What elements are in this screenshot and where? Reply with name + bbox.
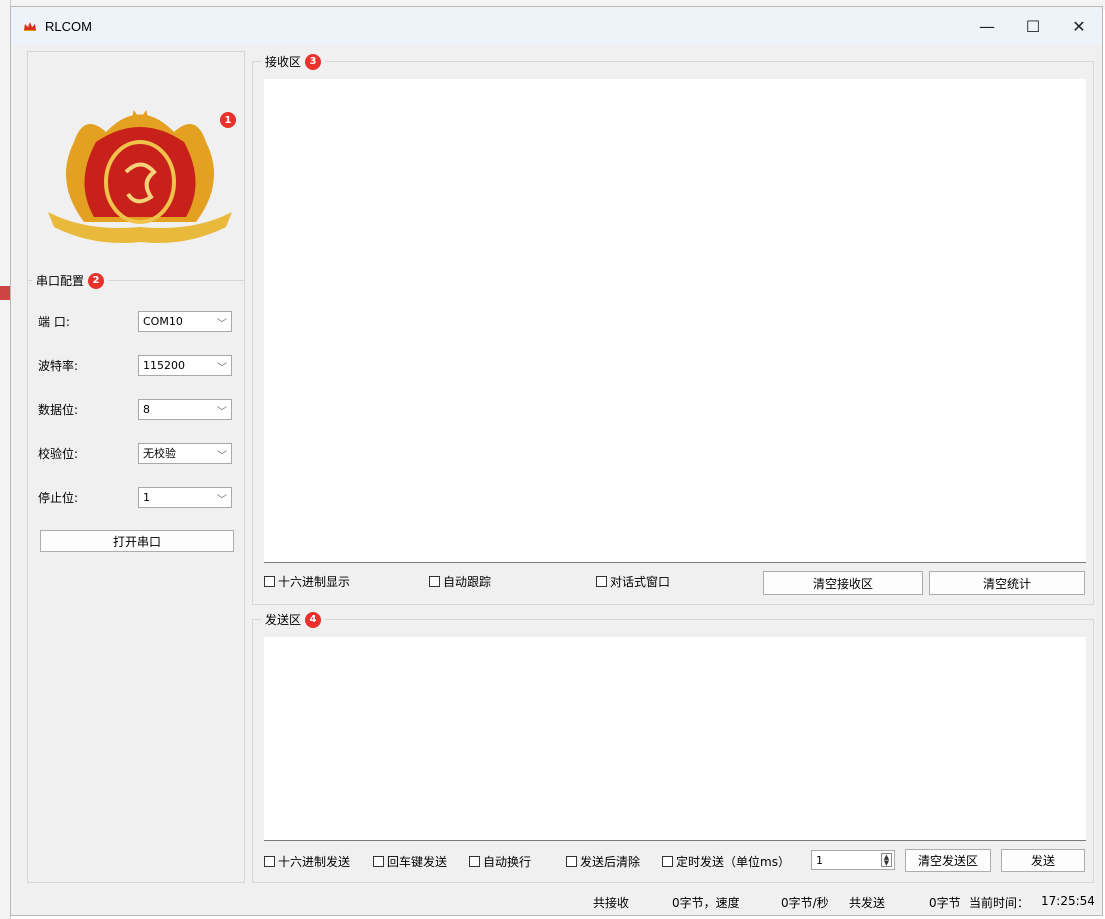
sent-label: 共发送 — [849, 896, 886, 910]
chevron-down-icon: ﹀ — [217, 318, 227, 330]
checkbox-icon — [662, 856, 673, 867]
port-value: COM10 — [143, 314, 183, 328]
background-mark — [0, 286, 10, 300]
port-select[interactable]: COM10 ﹀ — [138, 310, 232, 332]
interval-value: 1 — [816, 853, 823, 867]
checkbox-icon — [469, 856, 480, 867]
chevron-down-icon: ﹀ — [217, 450, 227, 462]
clear-after-send-label: 发送后清除 — [580, 855, 641, 869]
window-title: RLCOM — [45, 18, 92, 34]
maximize-button[interactable]: ☐ — [1010, 7, 1056, 45]
send-badge: 4 — [305, 611, 322, 628]
data-bits-label: 数据位: — [38, 402, 79, 417]
hex-display-label: 十六进制显示 — [278, 575, 351, 589]
data-bits-value: 8 — [143, 402, 150, 416]
send-button[interactable]: 发送 — [1001, 849, 1085, 872]
receive-badge: 3 — [305, 53, 322, 70]
parity-label: 校验位: — [38, 446, 79, 461]
parity-select[interactable]: 无校验 ﹀ — [138, 442, 232, 464]
dialog-window-label: 对话式窗口 — [610, 575, 671, 589]
received-label: 共接收 — [593, 896, 630, 910]
baud-label: 波特率: — [38, 358, 79, 373]
checkbox-icon — [264, 576, 275, 587]
chevron-down-icon: ﹀ — [217, 494, 227, 506]
hex-display-checkbox[interactable]: 十六进制显示 — [264, 573, 350, 590]
hex-send-checkbox[interactable]: 十六进制发送 — [264, 853, 350, 870]
checkbox-icon — [373, 856, 384, 867]
auto-follow-label: 自动跟踪 — [443, 575, 492, 589]
received-value: 0字节，速度 — [672, 896, 740, 910]
chevron-down-icon: ﹀ — [217, 406, 227, 418]
checkbox-icon — [429, 576, 440, 587]
auto-newline-label: 自动换行 — [483, 855, 532, 869]
receive-title: 接收区 — [265, 55, 302, 69]
data-bits-select[interactable]: 8 ﹀ — [138, 398, 232, 420]
checkbox-icon — [566, 856, 577, 867]
baud-value: 115200 — [143, 358, 185, 372]
left-panel: 1 串口配置 2 端 口: COM10 ﹀ 波特率: 115200 ﹀ 数据位: 8… — [27, 51, 245, 883]
spin-arrows-icon[interactable]: ▲ ▼ — [881, 853, 892, 867]
stop-bits-select[interactable]: 1 ﹀ — [138, 486, 232, 508]
title-bar[interactable]: RLCOM — ☐ ✕ — [11, 7, 1102, 45]
hex-send-label: 十六进制发送 — [278, 855, 351, 869]
auto-newline-checkbox[interactable]: 自动换行 — [469, 853, 531, 870]
close-button[interactable]: ✕ — [1056, 7, 1102, 45]
timed-send-label: 定时发送（单位ms） — [676, 855, 790, 869]
serial-config-badge: 2 — [88, 272, 105, 289]
clear-receive-button[interactable]: 清空接收区 — [763, 571, 923, 595]
crown-logo — [48, 110, 232, 243]
stop-bits-label: 停止位: — [38, 490, 79, 505]
time-value: 17:25:54 — [1041, 894, 1095, 908]
port-label: 端 口: — [38, 314, 70, 329]
sent-value: 0字节 — [929, 896, 961, 910]
receive-textarea[interactable] — [264, 79, 1086, 563]
status-bar: 共接收 0字节，速度 0字节/秒 共发送 0字节 当前时间： 17:25:54 — [11, 885, 1102, 915]
dialog-window-checkbox[interactable]: 对话式窗口 — [596, 573, 670, 590]
open-port-button[interactable]: 打开串口 — [40, 530, 234, 552]
enter-send-label: 回车键发送 — [387, 855, 448, 869]
speed-value: 0字节/秒 — [781, 896, 829, 910]
serial-config-title: 串口配置 — [36, 274, 85, 288]
checkbox-icon — [596, 576, 607, 587]
port-row: 端 口: COM10 ﹀ — [38, 310, 234, 332]
checkbox-icon — [264, 856, 275, 867]
clear-send-button[interactable]: 清空发送区 — [905, 849, 991, 872]
interval-spinbox[interactable]: 1 ▲ ▼ — [811, 850, 895, 870]
auto-follow-checkbox[interactable]: 自动跟踪 — [429, 573, 491, 590]
chevron-down-icon: ﹀ — [217, 362, 227, 374]
data-bits-row: 数据位: 8 ﹀ — [38, 398, 234, 420]
baud-select[interactable]: 115200 ﹀ — [138, 354, 232, 376]
send-textarea[interactable] — [264, 637, 1086, 841]
logo-badge: 1 — [220, 112, 236, 128]
clear-stats-button[interactable]: 清空统计 — [929, 571, 1085, 595]
crown-app-icon — [23, 20, 39, 32]
stop-bits-value: 1 — [143, 490, 150, 504]
clear-after-send-checkbox[interactable]: 发送后清除 — [566, 853, 640, 870]
enter-send-checkbox[interactable]: 回车键发送 — [373, 853, 447, 870]
parity-value: 无校验 — [143, 447, 176, 460]
app-window: RLCOM — ☐ ✕ 1 串口配置 2 端 口: COM10 ﹀ 波特率: 1… — [10, 6, 1103, 916]
send-title: 发送区 — [265, 613, 302, 627]
timed-send-checkbox[interactable]: 定时发送（单位ms） — [662, 853, 790, 870]
time-label: 当前时间： — [969, 896, 1030, 910]
minimize-button[interactable]: — — [964, 7, 1010, 45]
baud-row: 波特率: 115200 ﹀ — [38, 354, 234, 376]
stop-bits-row: 停止位: 1 ﹀ — [38, 486, 234, 508]
parity-row: 校验位: 无校验 ﹀ — [38, 442, 234, 464]
